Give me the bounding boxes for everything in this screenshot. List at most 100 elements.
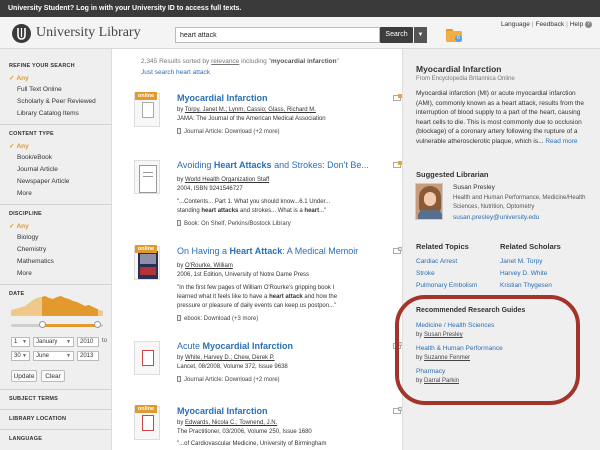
result-source: 2006, 1st Edition, University of Notre D…	[177, 272, 310, 278]
checkmark-icon: ✓	[9, 75, 15, 82]
help-link[interactable]: Help	[570, 21, 583, 28]
to-month-select[interactable]: June ▼	[33, 351, 74, 361]
checkmark-icon: ✓	[9, 223, 15, 230]
scholar-link-thygesen[interactable]: Kristian Thygesen	[500, 282, 552, 289]
online-badge: online	[135, 245, 157, 253]
divider	[0, 429, 111, 430]
scholar-link-white[interactable]: Harvey D. White	[500, 270, 547, 277]
refine-scholarly[interactable]: Scholarly & Peer Reviewed	[17, 98, 96, 105]
from-day-select[interactable]: 1 ▼	[11, 337, 30, 347]
to-label: to	[102, 338, 108, 344]
book-icon	[177, 220, 181, 226]
result-thumbnail[interactable]: online	[134, 92, 160, 127]
result-authors: by Edwards, Nicola C.; Townend, J.N.	[177, 420, 278, 426]
date-slider-end-handle[interactable]	[94, 321, 101, 328]
related-scholars-heading: Related Scholars	[500, 242, 561, 251]
online-badge: online	[135, 92, 157, 100]
library-location-heading[interactable]: LIBRARY LOCATION	[9, 416, 66, 422]
scholar-link-torpy[interactable]: Janet M. Torpy	[500, 258, 543, 265]
to-year-field[interactable]: 2013	[77, 351, 99, 361]
result-snippet: "In the first few pages of William O'Rou…	[177, 285, 338, 309]
search-input[interactable]	[175, 27, 380, 43]
author-links[interactable]: Torpy, Janet M.; Lynm, Cassio; Glass, Ri…	[185, 107, 316, 113]
header: University Library Search ▼ 6 Language|F…	[0, 17, 600, 49]
date-slider-start-handle[interactable]	[39, 321, 46, 328]
result-title[interactable]: Myocardial Infarction	[177, 406, 268, 416]
divider	[0, 284, 111, 285]
saved-items-folder-icon[interactable]: 6	[446, 28, 462, 42]
topic-link-cardiac-arrest[interactable]: Cardiac Arrest	[416, 258, 457, 265]
feedback-link[interactable]: Feedback	[536, 21, 565, 28]
online-badge: online	[135, 405, 157, 413]
related-topics-heading: Related Topics	[416, 242, 469, 251]
language-heading[interactable]: LANGUAGE	[9, 436, 42, 442]
result-format[interactable]: Book: On Shelf, Perkins/Bostock Library	[177, 220, 291, 227]
librarian-email-link[interactable]: susan.presley@university.edu	[453, 214, 539, 221]
result-format[interactable]: Journal Article: Download (+2 more)	[177, 128, 280, 135]
refine-full-text-online[interactable]: Full Text Online	[17, 86, 62, 93]
discipline-biology[interactable]: Biology	[17, 234, 38, 241]
result-thumbnail[interactable]: online	[134, 245, 160, 280]
sort-relevance-link[interactable]: relevance	[211, 58, 239, 65]
results-list: 2,345 Results sorted by relevance includ…	[112, 49, 403, 450]
language-link[interactable]: Language	[501, 21, 530, 28]
author-links[interactable]: World Health Organization Staff	[185, 177, 269, 183]
read-more-link[interactable]: Read more	[545, 138, 577, 145]
result-authors: by World Health Organization Staff	[177, 177, 270, 183]
update-button[interactable]: Update	[11, 370, 37, 382]
refine-any[interactable]: ✓ Any	[9, 74, 29, 82]
result-title[interactable]: Myocardial Infarction	[177, 93, 268, 103]
login-banner[interactable]: University Student? Log in with your Uni…	[0, 0, 600, 17]
from-month-select[interactable]: January ▼	[33, 337, 74, 347]
author-links[interactable]: Edwards, Nicola C.; Townend, J.N.	[185, 420, 277, 426]
checkmark-icon: ✓	[9, 143, 15, 150]
result-format[interactable]: ebook: Download (+3 more)	[177, 315, 258, 322]
result-format[interactable]: Journal Article: Download (+2 more)	[177, 376, 280, 383]
discipline-more[interactable]: More	[17, 270, 32, 277]
search-button[interactable]: Search	[380, 27, 413, 43]
from-year-field[interactable]: 2010	[77, 337, 99, 347]
to-day-select[interactable]: 30 ▼	[11, 351, 30, 361]
content-more[interactable]: More	[17, 190, 32, 197]
result-title[interactable]: Avoiding Heart Attacks and Strokes: Don'…	[177, 160, 369, 170]
search-options-dropdown[interactable]: ▼	[414, 27, 427, 43]
librarian-name: Susan Presley	[453, 184, 495, 191]
result-source: The Practitioner, 03/2006, Volume 250, I…	[177, 429, 312, 435]
result-thumbnail[interactable]: online	[134, 405, 160, 440]
logo-text[interactable]: University Library	[36, 25, 141, 41]
guides-highlight	[395, 295, 580, 405]
discipline-chemistry[interactable]: Chemistry	[17, 246, 46, 253]
university-logo-icon[interactable]	[12, 24, 31, 43]
discipline-any[interactable]: ✓ Any	[9, 222, 29, 230]
login-banner-text[interactable]: University Student? Log in with your Uni…	[8, 5, 241, 12]
topic-link-stroke[interactable]: Stroke	[416, 270, 435, 277]
result-thumbnail[interactable]	[134, 341, 160, 375]
result-source: Lancet, 08/2008, Volume 372, Issue 9638	[177, 364, 288, 370]
result-snippet: "...Contents... Part 1. What you should …	[177, 199, 331, 214]
content-any[interactable]: ✓ Any	[9, 142, 29, 150]
author-links[interactable]: White, Harvey D.; Chew, Derek P.	[185, 355, 275, 361]
result-authors: by O'Rourke, William	[177, 263, 233, 269]
topic-title: Myocardial Infarction	[416, 64, 502, 74]
result-title[interactable]: On Having a Heart Attack: A Medical Memo…	[177, 246, 358, 256]
content-book[interactable]: Book/eBook	[17, 154, 52, 161]
content-newspaper-article[interactable]: Newspaper Article	[17, 178, 69, 185]
topic-link-pulmonary-embolism[interactable]: Pulmonary Embolism	[416, 282, 477, 289]
result-title[interactable]: Acute Myocardial Infarction	[177, 341, 293, 351]
librarian-departments: Health and Human Performance, Medicine/H…	[453, 195, 586, 210]
author-links[interactable]: O'Rourke, William	[185, 263, 233, 269]
result-thumbnail[interactable]	[134, 160, 160, 194]
topic-source: From Encyclopedia Britannica Online	[416, 76, 515, 82]
document-icon	[177, 376, 181, 382]
subject-terms-heading[interactable]: SUBJECT TERMS	[9, 396, 58, 402]
content-journal-article[interactable]: Journal Article	[17, 166, 58, 173]
discipline-mathematics[interactable]: Mathematics	[17, 258, 54, 265]
refine-library-catalog[interactable]: Library Catalog Items	[17, 110, 79, 117]
date-slider-range	[42, 324, 98, 327]
just-search-link[interactable]: Just search heart attack	[141, 69, 210, 76]
divider	[0, 124, 111, 125]
divider	[0, 409, 111, 410]
clear-button[interactable]: Clear	[41, 370, 65, 382]
help-icon[interactable]: ?	[585, 21, 592, 28]
header-links: Language | Feedback | Help ?	[501, 21, 592, 28]
